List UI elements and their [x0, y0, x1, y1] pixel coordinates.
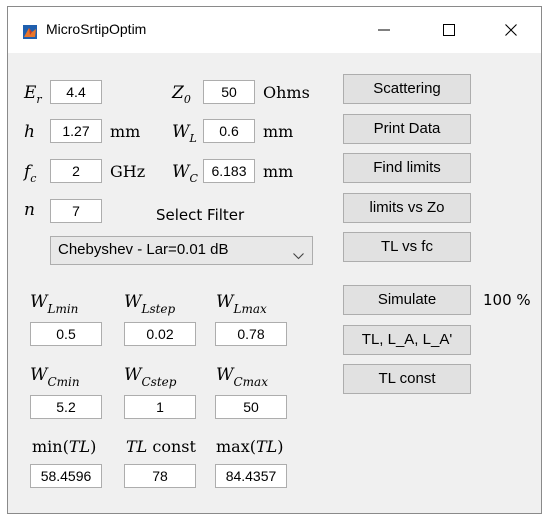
progress-text: 100 %: [483, 291, 531, 309]
filter-dropdown[interactable]: Chebyshev - Lar=0.01 dB: [50, 236, 313, 265]
app-window: MicroSrtipOptim Er 4.4 Z0 50 Ohms h 1.27…: [7, 6, 542, 514]
fc-label: fc: [24, 162, 37, 185]
tl-const-label: TL const: [126, 437, 196, 456]
z0-unit: Ohms: [263, 83, 310, 102]
wcmin-input[interactable]: 5.2: [30, 395, 102, 419]
select-filter-label: Select Filter: [156, 206, 245, 224]
limits-vs-zo-button[interactable]: limits vs Zo: [343, 193, 471, 223]
min-tl-label: min(TL): [32, 437, 97, 456]
title-bar: MicroSrtipOptim: [8, 7, 541, 53]
z0-label: Z0: [172, 83, 191, 106]
fc-input[interactable]: 2: [50, 159, 102, 183]
h-label: h: [24, 122, 35, 142]
minimize-button[interactable]: [361, 7, 407, 53]
wcmax-label: WCmax: [216, 365, 268, 389]
print-data-button[interactable]: Print Data: [343, 114, 471, 144]
h-unit: mm: [110, 122, 141, 141]
scattering-button[interactable]: Scattering: [343, 74, 471, 104]
wlmax-label: WLmax: [216, 292, 267, 316]
min-tl-value: 58.4596: [30, 464, 102, 488]
max-tl-value: 84.4357: [215, 464, 287, 488]
max-tl-label: max(TL): [216, 437, 284, 456]
tl-la-button[interactable]: TL, L_A, L_A': [343, 325, 471, 355]
er-input[interactable]: 4.4: [50, 80, 102, 104]
n-label: n: [24, 200, 35, 220]
tl-const-input[interactable]: 78: [124, 464, 196, 488]
tl-const-button[interactable]: TL const: [343, 364, 471, 394]
er-label: Er: [24, 83, 42, 106]
tl-vs-fc-button[interactable]: TL vs fc: [343, 232, 471, 262]
wc-label: WC: [172, 162, 198, 185]
maximize-icon: [443, 24, 455, 36]
fc-unit: GHz: [110, 162, 146, 181]
wl-input[interactable]: 0.6: [203, 119, 255, 143]
wcmax-input[interactable]: 50: [215, 395, 287, 419]
simulate-button[interactable]: Simulate: [343, 285, 471, 315]
matlab-icon: [23, 24, 37, 39]
chevron-down-icon: [293, 245, 304, 264]
wl-unit: mm: [263, 122, 294, 141]
window-title: MicroSrtipOptim: [46, 21, 147, 37]
wcstep-label: WCstep: [124, 365, 177, 389]
h-input[interactable]: 1.27: [50, 119, 102, 143]
wlmin-input[interactable]: 0.5: [30, 322, 102, 346]
wcmin-label: WCmin: [30, 365, 80, 389]
wlstep-input[interactable]: 0.02: [124, 322, 196, 346]
wlmin-label: WLmin: [30, 292, 79, 316]
wlstep-label: WLstep: [124, 292, 176, 316]
find-limits-button[interactable]: Find limits: [343, 153, 471, 183]
filter-selected-value: Chebyshev - Lar=0.01 dB: [58, 241, 229, 258]
z0-input[interactable]: 50: [203, 80, 255, 104]
n-input[interactable]: 7: [50, 199, 102, 223]
wc-input[interactable]: 6.183: [203, 159, 255, 183]
wcstep-input[interactable]: 1: [124, 395, 196, 419]
minimize-icon: [378, 29, 390, 31]
close-button[interactable]: [488, 7, 534, 53]
wlmax-input[interactable]: 0.78: [215, 322, 287, 346]
close-icon: [505, 24, 517, 36]
wl-label: WL: [172, 122, 197, 145]
wc-unit: mm: [263, 162, 294, 181]
maximize-button[interactable]: [426, 7, 472, 53]
